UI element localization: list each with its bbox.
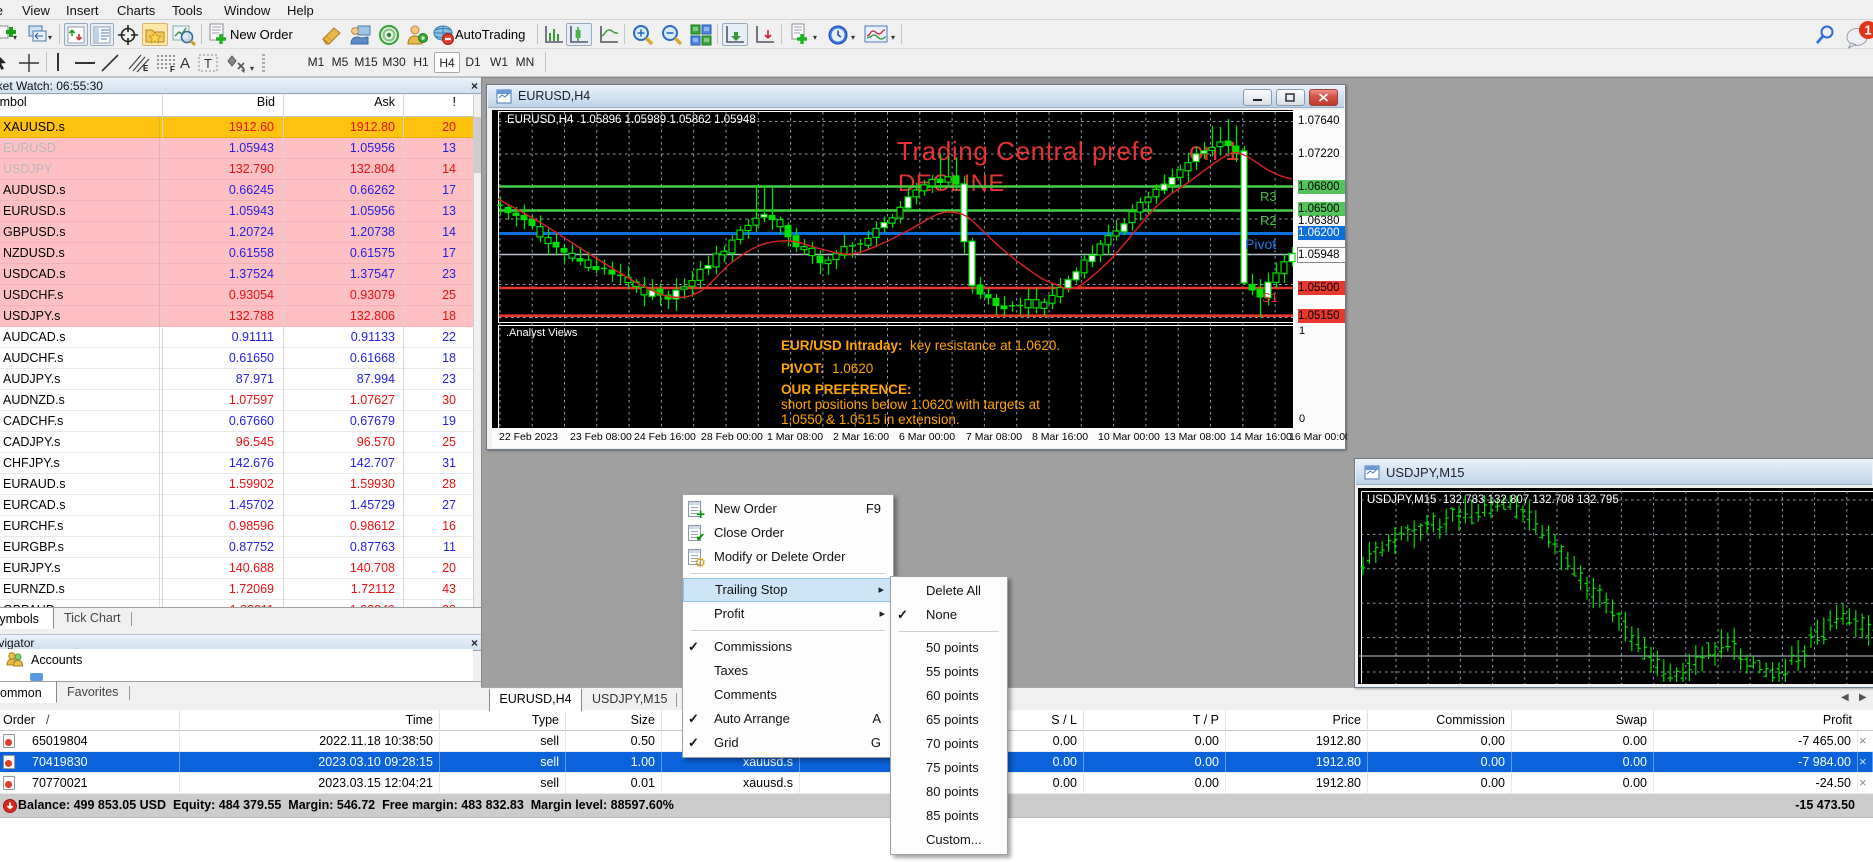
svg-text:T: T xyxy=(204,56,212,71)
svg-text:1: 1 xyxy=(1864,23,1871,38)
svg-text:E: E xyxy=(143,64,149,73)
svg-text:F: F xyxy=(170,65,175,73)
svg-text:Trading Central prefe: Trading Central prefe xyxy=(897,136,1154,166)
